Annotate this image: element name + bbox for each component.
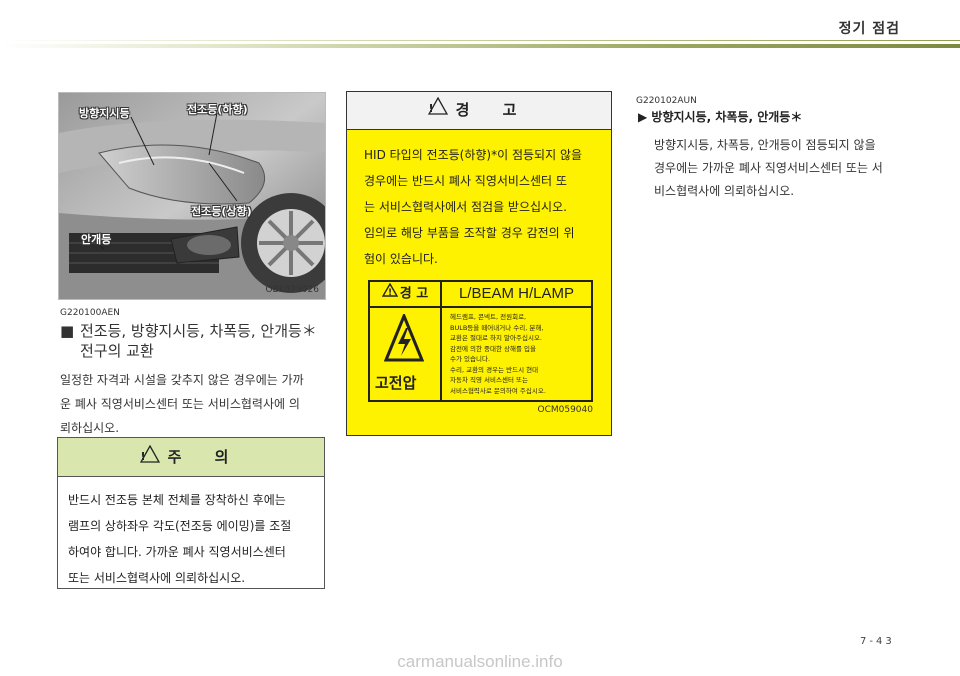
label-triangle-icon: !: [381, 282, 398, 306]
warning-title: 경 고: [455, 101, 531, 119]
warning-line: 경우에는 반드시 폐사 직영서비스센터 또: [364, 174, 567, 188]
label-warning: ! 경 고: [370, 282, 442, 306]
section1-title-line1: 전조등, 방향지시등, 차폭등, 안개등＊: [80, 322, 317, 340]
label-text-line: 헤드램프, 콘넥트, 전원회로,: [450, 313, 527, 321]
section1-code: G220100AEN: [60, 308, 120, 318]
high-voltage-text: 고전압: [375, 374, 417, 392]
label-text-line: 수리, 교환의 경우는 반드시 현대: [450, 365, 539, 374]
lightning-icon: [384, 314, 424, 362]
section1-title-line2: 전구의 교환: [80, 342, 154, 360]
svg-text:!: !: [428, 102, 447, 115]
section2-heading: ▶ 방향지시등, 차폭등, 안개등＊: [638, 108, 802, 125]
headlamp-high-label: 전조등(상향): [191, 205, 252, 218]
high-voltage-warning-label: ! 경 고 L/BEAM H/LAMP 고전압 헤드램프, 콘넥트, 전원회로,…: [368, 280, 593, 402]
label-warning-word: 경 고: [399, 286, 429, 302]
label-header: ! 경 고 L/BEAM H/LAMP: [370, 282, 591, 308]
warning-triangle-icon: !: [427, 92, 448, 129]
caution-line: 반드시 전조등 본체 전체를 장착하신 후에는: [68, 493, 286, 507]
label-left: 고전압: [370, 308, 442, 400]
warning-header: ! 경 고: [347, 92, 611, 130]
warning-triangle-icon: !: [139, 439, 160, 477]
label-text-line: 서비스협력사로 문의하여 주십시오.: [450, 386, 546, 395]
warning-line: HID 타입의 전조등(하향)*이 점등되지 않을: [364, 148, 583, 162]
section1-body-line: 일정한 자격과 시설을 갖추지 않은 경우에는 가까: [60, 373, 304, 387]
svg-text:!: !: [388, 288, 392, 297]
label-text-line: 감전에 의한 중대한 상해를 입을: [450, 344, 537, 353]
warning-line: 임의로 해당 부품을 조작할 경우 감전의 위: [364, 226, 575, 240]
fog-lamp-label: 안개등: [81, 233, 112, 246]
caution-line: 램프의 상하좌우 각도(전조등 에이밍)를 조절: [68, 519, 292, 533]
section1-body-line: 운 폐사 직영서비스센터 또는 서비스협력사에 의: [60, 397, 300, 411]
section2-title: 방향지시등, 차폭등, 안개등＊: [651, 110, 803, 124]
warning-line: 험이 있습니다.: [364, 252, 438, 266]
svg-text:!: !: [140, 450, 159, 463]
label-text: 헤드램프, 콘넥트, 전원회로, BULB등을 떼어내거나 수리, 분해, 교환…: [442, 308, 591, 400]
play-marker-icon: ▶: [638, 110, 648, 124]
caution-body: 반드시 전조등 본체 전체를 장착하신 후에는 램프의 상하좌우 각도(전조등 …: [58, 477, 324, 601]
label-text-line: 자동차 직영 서비스센터 또는: [450, 376, 528, 384]
label-model: L/BEAM H/LAMP: [458, 285, 575, 302]
caution-line: 하여야 합니다. 가까운 폐사 직영서비스센터: [68, 545, 286, 559]
headlamp-photo: 방향지시등 전조등(하향) 전조등(상향) 안개등 OBK079026: [58, 92, 326, 300]
label-text-line: 교환은 절대로 하지 말아주십시오.: [450, 334, 542, 342]
photo-code: OBK079026: [265, 285, 319, 295]
page-number: 7-43: [860, 636, 895, 647]
label-text-line: 수가 있습니다.: [450, 355, 491, 363]
section1-body: 일정한 자격과 시설을 갖추지 않은 경우에는 가까 운 폐사 직영서비스센터 …: [60, 368, 330, 440]
section1-bullet: ■: [60, 322, 75, 340]
section2-code: G220102AUN: [636, 96, 697, 106]
warning-line: 는 서비스협력사에서 점검을 받으십시오.: [364, 200, 567, 214]
section2-line: 비스협력사에 의뢰하십시오.: [654, 184, 795, 198]
car-front-illustration: [59, 93, 325, 299]
section-title: 정기 점검: [838, 21, 900, 37]
turn-signal-label: 방향지시등: [79, 107, 130, 120]
label-text-line: BULB등을 떼어내거나 수리, 분해,: [450, 323, 544, 332]
caution-box: ! 주 의 반드시 전조등 본체 전체를 장착하신 후에는 램프의 상하좌우 각…: [57, 437, 325, 589]
section2-line: 경우에는 가까운 폐사 직영서비스센터 또는 서: [654, 161, 883, 175]
label-body: 고전압 헤드램프, 콘넥트, 전원회로, BULB등을 떼어내거나 수리, 분해…: [370, 308, 591, 400]
section2-line: 방향지시등, 차폭등, 안개등이 점등되지 않을: [654, 138, 876, 152]
header-divider: [0, 44, 960, 48]
warning-code: OCM059040: [537, 405, 594, 415]
headlamp-low-label: 전조등(하향): [187, 103, 248, 116]
header-divider-thin: [0, 40, 960, 41]
warning-body: HID 타입의 전조등(하향)*이 점등되지 않을 경우에는 반드시 폐사 직영…: [347, 130, 611, 272]
caution-line: 또는 서비스협력사에 의뢰하십시오.: [68, 571, 246, 585]
watermark: carmanualsonline.info: [397, 652, 563, 671]
section2-body: 방향지시등, 차폭등, 안개등이 점등되지 않을 경우에는 가까운 폐사 직영서…: [654, 134, 910, 203]
caution-header: ! 주 의: [58, 438, 324, 477]
caution-title: 주 의: [167, 448, 243, 466]
